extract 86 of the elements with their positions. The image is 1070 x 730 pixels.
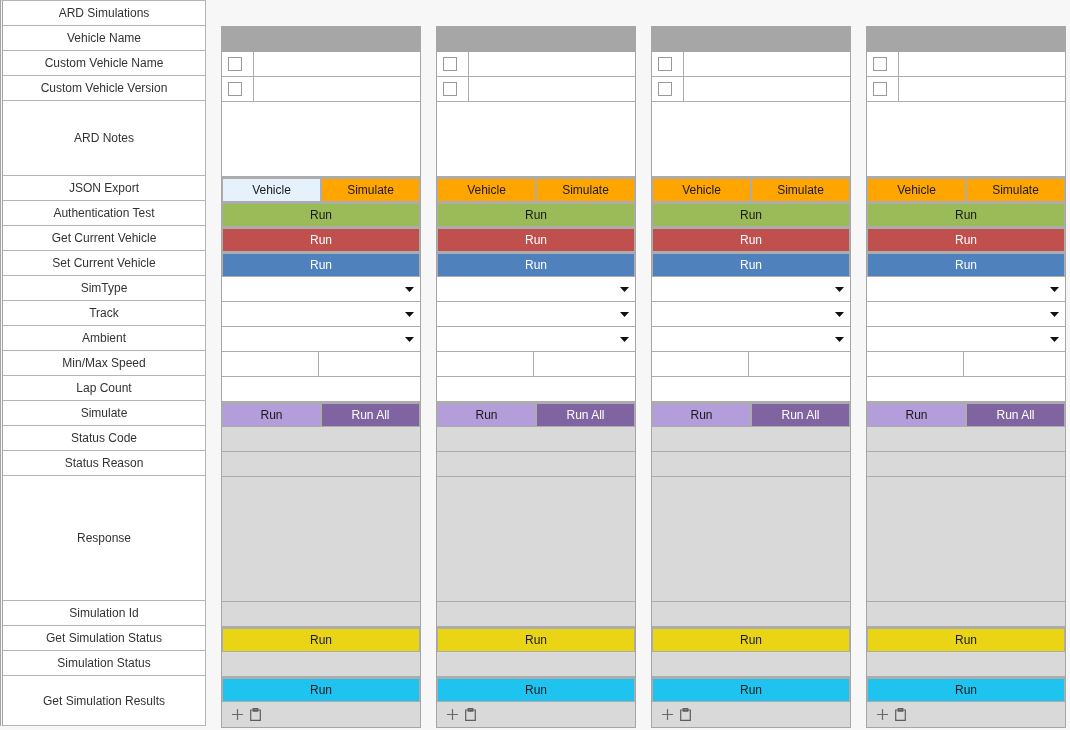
row-label: Authentication Test [3,201,206,226]
caret-icon [405,336,414,342]
run-button[interactable]: Run [868,254,1064,276]
plus-icon[interactable] [662,709,673,720]
plus-icon[interactable] [232,709,243,720]
vehicle-button[interactable]: Vehicle [868,179,965,201]
run-button[interactable]: Run [653,229,849,251]
row-label: Simulation Status [3,651,206,676]
row-label: SimType [3,276,206,301]
caret-icon [835,336,844,342]
caret-icon [1050,311,1059,317]
run-button[interactable]: Run [653,254,849,276]
row-label: Get Simulation Status [3,626,206,651]
row-label: Set Current Vehicle [3,251,206,276]
clipboard-icon[interactable] [680,708,691,721]
run-button[interactable]: Run [868,204,1064,226]
checkbox[interactable] [873,82,887,96]
caret-icon [835,311,844,317]
vehicle-button[interactable]: Vehicle [223,179,320,201]
caret-icon [620,311,629,317]
caret-icon [1050,286,1059,292]
clipboard-icon[interactable] [895,708,906,721]
run-button[interactable]: Run [438,204,634,226]
run-button[interactable]: Run [438,679,634,701]
run-button[interactable]: Run [868,679,1064,701]
run-all-button[interactable]: Run All [967,404,1064,426]
caret-icon [405,286,414,292]
run-button[interactable]: Run [438,404,535,426]
row-label: ARD Simulations [3,1,206,26]
row-label: Status Reason [3,451,206,476]
caret-icon [1050,336,1059,342]
run-button[interactable]: Run [223,629,419,651]
row-label: Get Simulation Results [3,676,206,726]
checkbox[interactable] [873,57,887,71]
run-button[interactable]: Run [438,629,634,651]
run-button[interactable]: Run [223,204,419,226]
simulate-button[interactable]: Simulate [752,179,849,201]
caret-icon [405,311,414,317]
run-button[interactable]: Run [438,254,634,276]
run-button[interactable]: Run [868,404,965,426]
row-label: Get Current Vehicle [3,226,206,251]
checkbox[interactable] [228,57,242,71]
run-button[interactable]: Run [223,229,419,251]
row-label: Lap Count [3,376,206,401]
vehicle-button[interactable]: Vehicle [653,179,750,201]
run-button[interactable]: Run [438,229,634,251]
vehicle-button[interactable]: Vehicle [438,179,535,201]
simulate-button[interactable]: Simulate [967,179,1064,201]
checkbox[interactable] [443,82,457,96]
run-button[interactable]: Run [868,229,1064,251]
run-all-button[interactable]: Run All [537,404,634,426]
row-label: Custom Vehicle Version [3,76,206,101]
row-label: Simulation Id [3,601,206,626]
row-label: JSON Export [3,176,206,201]
checkbox[interactable] [443,57,457,71]
simulate-button[interactable]: Simulate [537,179,634,201]
plus-icon[interactable] [877,709,888,720]
run-button[interactable]: Run [868,629,1064,651]
run-all-button[interactable]: Run All [752,404,849,426]
checkbox[interactable] [658,57,672,71]
row-label: Status Code [3,426,206,451]
row-label: Ambient [3,326,206,351]
row-label: Vehicle Name [3,26,206,51]
checkbox[interactable] [658,82,672,96]
clipboard-icon[interactable] [465,708,476,721]
caret-icon [620,336,629,342]
run-button[interactable]: Run [223,404,320,426]
run-button[interactable]: Run [653,404,750,426]
run-all-button[interactable]: Run All [322,404,419,426]
run-button[interactable]: Run [653,629,849,651]
checkbox[interactable] [228,82,242,96]
row-label: Simulate [3,401,206,426]
caret-icon [835,286,844,292]
row-label: Track [3,301,206,326]
clipboard-icon[interactable] [250,708,261,721]
plus-icon[interactable] [447,709,458,720]
run-button[interactable]: Run [223,254,419,276]
row-label: ARD Notes [3,101,206,176]
run-button[interactable]: Run [223,679,419,701]
run-button[interactable]: Run [653,679,849,701]
row-label: Min/Max Speed [3,351,206,376]
row-label: Response [3,476,206,601]
simulate-button[interactable]: Simulate [322,179,419,201]
row-label: Custom Vehicle Name [3,51,206,76]
caret-icon [620,286,629,292]
run-button[interactable]: Run [653,204,849,226]
